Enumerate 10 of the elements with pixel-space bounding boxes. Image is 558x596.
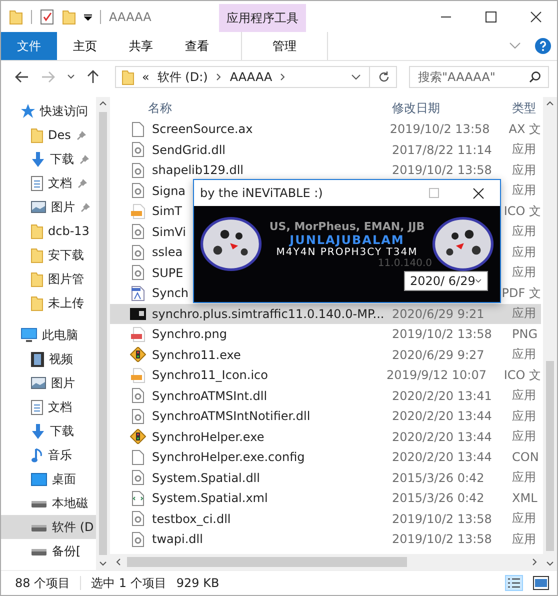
version-text: 11.0.140.0 <box>378 258 432 269</box>
selection-count: 选中 1 个项目 <box>91 574 166 592</box>
team-name: M4Y4N PROPH3CY T34M <box>276 247 418 258</box>
item-count: 88 个项目 <box>15 574 70 592</box>
group-name: JUNLAJUBALAM <box>290 233 404 247</box>
window-title: AAAAA <box>109 10 152 24</box>
selection-size: 929 KB <box>176 576 220 590</box>
credits-text: US, MorPheus, EMAN, JJB <box>269 220 425 233</box>
context-tab-header: 应用程序工具 <box>219 4 306 32</box>
dialog-title: by the iNEViTABLE :) <box>200 186 323 200</box>
